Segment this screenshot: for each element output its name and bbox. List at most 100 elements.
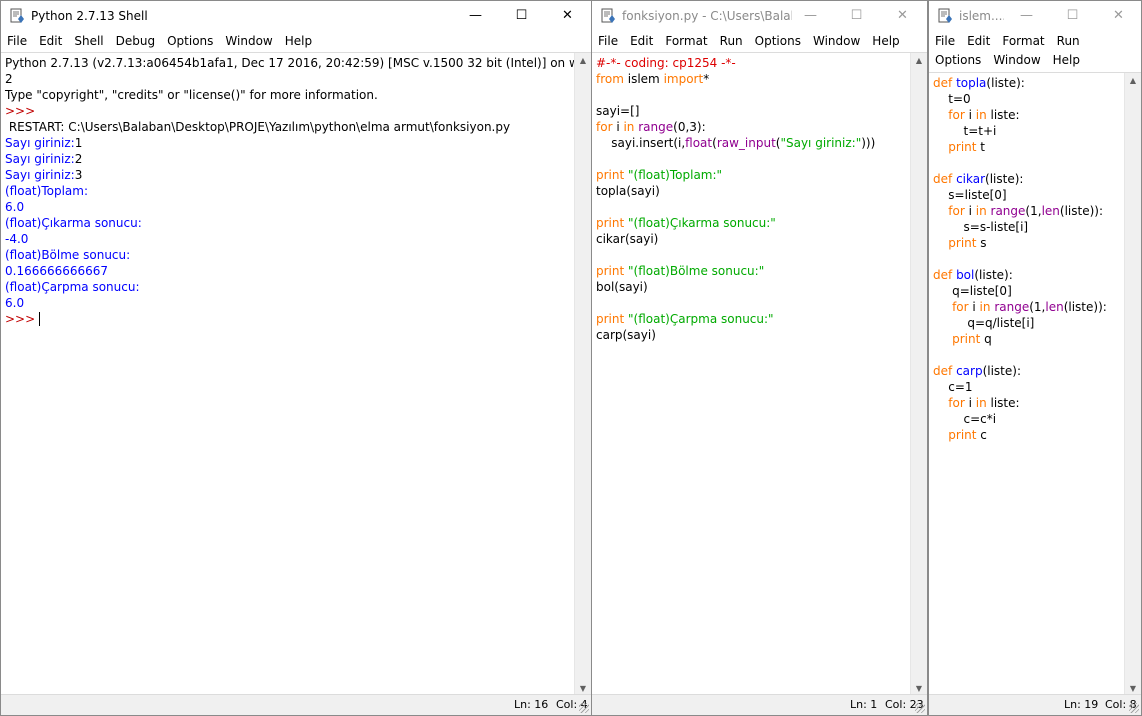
fonksiyon-editor[interactable]: #-*- coding: cp1254 -*- from islem impor… xyxy=(592,52,927,697)
code-token: "(float)Çarpma sonucu:" xyxy=(624,312,774,326)
code-token: in xyxy=(623,120,635,134)
fonksiyon-maximize-button[interactable]: ☐ xyxy=(834,1,879,31)
fonksiyon-menu-help[interactable]: Help xyxy=(866,31,905,48)
shell-titlebar[interactable]: Python 2.7.13 Shell — ☐ ✕ xyxy=(1,1,591,31)
shell-menu-shell[interactable]: Shell xyxy=(68,31,109,48)
code-token: (liste): xyxy=(974,268,1013,282)
code-token: (liste): xyxy=(985,172,1024,186)
fonksiyon-menu-options[interactable]: Options xyxy=(749,31,807,48)
shell-window[interactable]: Python 2.7.13 Shell — ☐ ✕ File Edit Shell D… xyxy=(0,0,592,716)
fonksiyon-menu-window[interactable]: Window xyxy=(807,31,866,48)
fonksiyon-close-button[interactable]: ✕ xyxy=(880,1,925,31)
code-token: (0,3): xyxy=(673,120,706,134)
shell-menu-help[interactable]: Help xyxy=(279,31,318,48)
code-token: "(float)Çıkarma sonucu:" xyxy=(624,216,776,230)
code-token: print xyxy=(596,168,625,182)
fonksiyon-vertical-scrollbar[interactable]: ▲ ▼ xyxy=(910,53,927,697)
code-token: in xyxy=(975,108,987,122)
islem-menu-window[interactable]: Window xyxy=(987,51,1046,67)
code-token: for xyxy=(948,204,965,218)
code-token: t xyxy=(976,140,985,154)
resize-grip-icon[interactable] xyxy=(915,703,925,713)
scroll-up-arrow-icon[interactable]: ▲ xyxy=(1125,73,1141,89)
fonksiyon-window[interactable]: fonksiyon.py - C:\Users\Balab... — ☐ ✕ F… xyxy=(591,0,928,716)
shell-minimize-button[interactable]: — xyxy=(453,1,498,31)
output-line: (float)Bölme sonucu: xyxy=(5,248,131,262)
code-token: def xyxy=(933,268,953,282)
shell-text-area[interactable]: Python 2.7.13 (v2.7.13:a06454b1afa1, Dec… xyxy=(1,52,591,697)
islem-menu-run[interactable]: Run xyxy=(1051,31,1086,48)
fonksiyon-menu-edit[interactable]: Edit xyxy=(624,31,659,48)
input-prompt: Sayı giriniz: xyxy=(5,136,75,150)
code-token: cikar xyxy=(956,172,986,186)
shell-menu-window[interactable]: Window xyxy=(219,31,278,48)
code-token: print xyxy=(596,312,625,326)
output-line: 0.166666666667 xyxy=(5,264,109,278)
code-token: q xyxy=(980,332,992,346)
shell-close-button[interactable]: ✕ xyxy=(545,1,590,31)
shell-output: Python 2.7.13 (v2.7.13:a06454b1afa1, Dec… xyxy=(5,55,591,327)
shell-vertical-scrollbar[interactable]: ▲ ▼ xyxy=(574,53,591,697)
code-token: range xyxy=(638,120,674,134)
islem-titlebar[interactable]: islem.... — ☐ ✕ xyxy=(929,1,1141,31)
scroll-up-arrow-icon[interactable]: ▲ xyxy=(911,53,927,69)
code-token: float xyxy=(685,136,713,150)
shell-statusbar: Ln: 16 Col: 4 xyxy=(1,694,591,715)
islem-menu-format[interactable]: Format xyxy=(996,31,1050,48)
fonksiyon-menu-run[interactable]: Run xyxy=(714,31,749,48)
code-token: def xyxy=(933,172,953,186)
code-token: range xyxy=(994,300,1030,314)
fonksiyon-minimize-button[interactable]: — xyxy=(788,1,833,31)
input-value: 2 xyxy=(74,152,83,166)
islem-vertical-scrollbar[interactable]: ▲ ▼ xyxy=(1124,73,1141,697)
shell-menu-options[interactable]: Options xyxy=(161,31,219,48)
code-token: print xyxy=(952,332,981,346)
code-token: carp xyxy=(956,364,983,378)
output-line: 6.0 xyxy=(5,200,25,214)
islem-title: islem.... xyxy=(959,9,1004,23)
islem-window[interactable]: islem.... — ☐ ✕ File Edit Format Run Option… xyxy=(928,0,1142,716)
resize-grip-icon[interactable] xyxy=(579,703,589,713)
islem-menu-options[interactable]: Options xyxy=(929,51,987,67)
python-file-icon xyxy=(601,8,615,23)
code-token: t=t+i xyxy=(933,124,997,138)
code-token: len xyxy=(1045,300,1064,314)
islem-minimize-button[interactable]: — xyxy=(1004,1,1049,31)
code-token: liste: xyxy=(986,108,1020,122)
islem-close-button[interactable]: ✕ xyxy=(1096,1,1141,31)
islem-maximize-button[interactable]: ☐ xyxy=(1050,1,1095,31)
code-token: print xyxy=(948,236,977,250)
islem-editor[interactable]: def topla (liste): t=0 for i in liste: t=… xyxy=(929,72,1141,697)
code-token: #-*- coding: cp1254 -*- xyxy=(596,56,736,70)
code-token: q=q/liste[i] xyxy=(933,316,1035,330)
scroll-up-arrow-icon[interactable]: ▲ xyxy=(575,53,591,69)
islem-menubar-row2: Options Window Help xyxy=(929,51,1141,71)
code-token: topla xyxy=(956,76,987,90)
islem-menu-edit[interactable]: Edit xyxy=(961,31,996,48)
shell-menu-file[interactable]: File xyxy=(1,31,33,48)
fonksiyon-menu-file[interactable]: File xyxy=(592,31,624,48)
resize-grip-icon[interactable] xyxy=(1129,703,1139,713)
shell-menu-edit[interactable]: Edit xyxy=(33,31,68,48)
text-cursor xyxy=(38,312,40,326)
code-token: i xyxy=(964,204,976,218)
shell-title: Python 2.7.13 Shell xyxy=(31,9,148,23)
fonksiyon-menu-format[interactable]: Format xyxy=(659,31,713,48)
code-token: q=liste[0] xyxy=(933,284,1012,298)
fonksiyon-titlebar[interactable]: fonksiyon.py - C:\Users\Balab... — ☐ ✕ xyxy=(592,1,927,31)
code-token: sayi.insert(i, xyxy=(596,136,686,150)
code-token: * xyxy=(703,72,710,86)
islem-menu-file[interactable]: File xyxy=(929,31,961,48)
python-file-icon xyxy=(938,8,952,23)
code-token: topla(sayi) xyxy=(596,184,660,198)
code-token: t=0 xyxy=(933,92,971,106)
shell-menu-debug[interactable]: Debug xyxy=(110,31,161,48)
islem-menu-help[interactable]: Help xyxy=(1047,51,1086,67)
input-value: 3 xyxy=(74,168,83,182)
shell-maximize-button[interactable]: ☐ xyxy=(499,1,544,31)
shell-menubar: File Edit Shell Debug Options Window Help xyxy=(1,31,591,51)
code-token: i xyxy=(968,300,980,314)
banner-line: 2 xyxy=(5,72,13,86)
code-token: (1, xyxy=(1025,204,1042,218)
fonksiyon-code: #-*- coding: cp1254 -*- from islem impor… xyxy=(596,55,875,343)
